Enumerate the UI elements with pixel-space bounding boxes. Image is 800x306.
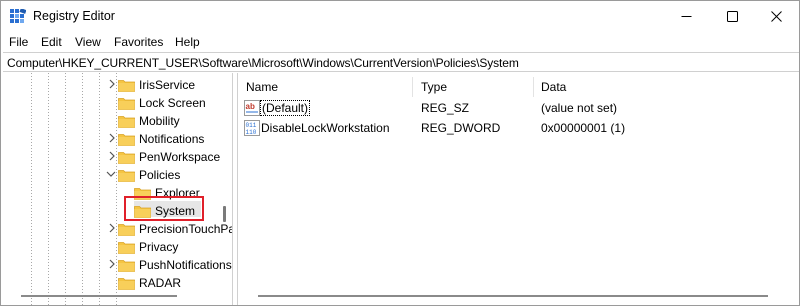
- chevron-right-icon[interactable]: [107, 151, 117, 161]
- folder-icon: [118, 259, 135, 272]
- tree-item-notifications[interactable]: Notifications: [118, 130, 204, 148]
- value-type: REG_DWORD: [421, 121, 501, 135]
- chevron-right-icon[interactable]: [107, 259, 117, 269]
- menu-edit[interactable]: Edit: [41, 35, 62, 49]
- tree-item-precisiontouchpad[interactable]: PrecisionTouchPad: [118, 220, 233, 238]
- address-bar[interactable]: Computer\HKEY_CURRENT_USER\Software\Micr…: [3, 52, 799, 72]
- tree-item-radar[interactable]: RADAR: [118, 274, 181, 292]
- column-header-name[interactable]: Name: [246, 80, 278, 94]
- tree-item-label: Lock Screen: [139, 96, 206, 110]
- minimize-icon: [681, 16, 691, 17]
- folder-icon: [118, 97, 135, 110]
- values-list-pane[interactable]: Name Type Data ab (Default) REG_SZ (valu…: [237, 73, 799, 305]
- tree-item-lock-screen[interactable]: Lock Screen: [118, 94, 206, 112]
- svg-text:ab: ab: [246, 102, 255, 111]
- tree-item-irisservice[interactable]: IrisService: [118, 76, 195, 94]
- column-header-data[interactable]: Data: [541, 80, 566, 94]
- close-icon: [770, 11, 782, 22]
- tree-item-label: PrecisionTouchPad: [139, 222, 233, 236]
- chevron-right-icon[interactable]: [107, 79, 117, 89]
- svg-text:110: 110: [246, 129, 257, 136]
- window-title: Registry Editor: [33, 9, 115, 23]
- value-data: (value not set): [541, 101, 618, 115]
- column-header-type[interactable]: Type: [421, 80, 447, 94]
- menu-file[interactable]: File: [9, 35, 28, 49]
- tree-item-policies[interactable]: Policies: [118, 166, 180, 184]
- column-divider[interactable]: [412, 77, 413, 97]
- chevron-right-icon[interactable]: [107, 223, 117, 233]
- folder-icon: [118, 277, 135, 290]
- folder-icon: [118, 151, 135, 164]
- menu-bar: File Edit View Favorites Help: [1, 32, 799, 52]
- minimize-button[interactable]: [663, 1, 709, 32]
- chevron-right-icon[interactable]: [107, 133, 117, 143]
- value-name: DisableLockWorkstation: [261, 121, 390, 135]
- registry-editor-app-icon: [10, 9, 26, 23]
- tree-item-label: Mobility: [139, 114, 180, 128]
- folder-icon: [118, 133, 135, 146]
- folder-icon: [118, 241, 135, 254]
- close-button[interactable]: [753, 1, 799, 32]
- registry-editor-window: Registry Editor File Edit View Favorites…: [0, 0, 800, 306]
- value-type: REG_SZ: [421, 101, 470, 115]
- menu-favorites[interactable]: Favorites: [114, 35, 163, 49]
- tree-item-label: PenWorkspace: [139, 150, 221, 164]
- highlight-annotation-box: [124, 196, 204, 221]
- value-row-default[interactable]: ab (Default) REG_SZ (value not set): [238, 99, 800, 117]
- address-path[interactable]: Computer\HKEY_CURRENT_USER\Software\Micr…: [7, 56, 519, 70]
- tree-item-label: Privacy: [139, 240, 179, 254]
- list-horizontal-scrollbar[interactable]: [258, 295, 768, 297]
- maximize-icon: [726, 11, 738, 22]
- string-value-icon: ab: [244, 100, 260, 116]
- tree-horizontal-scrollbar[interactable]: [21, 295, 177, 297]
- maximize-button[interactable]: [709, 1, 755, 32]
- title-bar: Registry Editor: [1, 1, 799, 32]
- value-data: 0x00000001 (1): [541, 121, 626, 135]
- tree-connector-lines: [31, 73, 117, 305]
- value-name: (Default): [259, 100, 311, 116]
- folder-icon: [118, 115, 135, 128]
- column-divider[interactable]: [533, 77, 534, 97]
- svg-text:011: 011: [246, 122, 257, 129]
- value-row-disablelockworkstation[interactable]: 011 110 DisableLockWorkstation REG_DWORD…: [238, 119, 800, 137]
- folder-icon: [118, 223, 135, 236]
- tree-item-mobility[interactable]: Mobility: [118, 112, 180, 130]
- tree-vertical-scrollbar[interactable]: [223, 206, 226, 222]
- tree-item-privacy[interactable]: Privacy: [118, 238, 178, 256]
- tree-item-label: PushNotifications: [139, 258, 232, 272]
- tree-item-label: Notifications: [139, 132, 205, 146]
- tree-item-penworkspace[interactable]: PenWorkspace: [118, 148, 220, 166]
- column-header-row: Name Type Data: [238, 75, 800, 97]
- menu-view[interactable]: View: [75, 35, 101, 49]
- tree-item-label: RADAR: [139, 276, 182, 290]
- folder-icon: [118, 79, 135, 92]
- folder-open-icon: [118, 169, 135, 182]
- tree-item-label: IrisService: [139, 78, 196, 92]
- menu-help[interactable]: Help: [175, 35, 200, 49]
- tree-item-pushnotifications[interactable]: PushNotifications: [118, 256, 232, 274]
- binary-value-icon: 011 110: [244, 120, 260, 136]
- key-tree-pane[interactable]: IrisService Lock Screen Mobility Notific…: [3, 73, 233, 305]
- tree-item-label: Policies: [139, 168, 181, 182]
- chevron-down-icon[interactable]: [106, 169, 116, 179]
